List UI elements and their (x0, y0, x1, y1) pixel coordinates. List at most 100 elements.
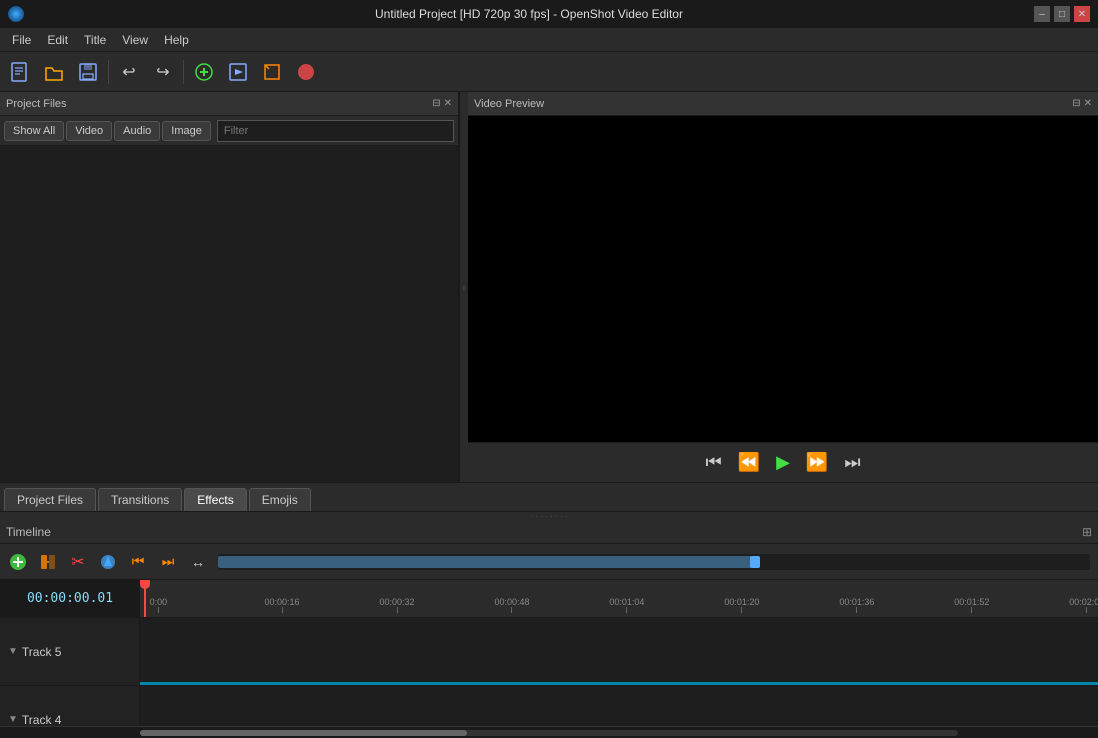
app-icon (8, 6, 24, 22)
ruler-mark-2: 00:00:32 (380, 597, 415, 613)
fullscreen-icon (261, 61, 283, 83)
tab-emojis[interactable]: Emojis (249, 488, 311, 511)
filter-audio[interactable]: Audio (114, 121, 160, 141)
ruler-marks[interactable]: 0:00 00:00:16 00:00:32 00:00:48 (140, 580, 1098, 617)
track4-name: Track 4 (22, 713, 62, 727)
timeline-zoom-bar[interactable] (218, 554, 1090, 570)
import-icon (193, 61, 215, 83)
menu-help[interactable]: Help (156, 31, 197, 49)
video-preview-panel: Video Preview ⊟ ✕ ⏮ ⏪ ▶ ⏩ ⏭ (468, 92, 1098, 482)
timeline-content: 00:00:00.01 0:00 00:00:16 (0, 580, 1098, 738)
timeline-header-right: ⊞ (1082, 525, 1092, 539)
menu-view[interactable]: View (114, 31, 156, 49)
timeline-expand-icon[interactable]: ⊞ (1082, 525, 1092, 539)
ruler-mark-7: 00:01:52 (954, 597, 989, 613)
jump-end-button[interactable]: ⏭ (840, 450, 864, 475)
new-project-icon (9, 61, 31, 83)
add-marker-button[interactable] (94, 548, 122, 576)
undo-icon: ↩ (122, 62, 135, 82)
video-preview-content (468, 116, 1098, 442)
tab-transitions[interactable]: Transitions (98, 488, 182, 511)
video-preview-header-icons: ⊟ ✕ (1072, 98, 1092, 109)
scrollbar-track[interactable] (140, 730, 958, 736)
prev-marker-button[interactable]: ⏮ (124, 548, 152, 576)
timeline-toolbar: ✂ ⏮ ⏭ ↔ (0, 544, 1098, 580)
project-files-panel: Project Files ⊟ ✕ Show All Video Audio I… (0, 92, 460, 482)
bottom-tabs: Project Files Transitions Effects Emojis (0, 482, 1098, 512)
timeline-scrollbar (0, 726, 1098, 738)
import-files-button[interactable] (188, 56, 220, 88)
menu-edit[interactable]: Edit (39, 31, 76, 49)
menubar: File Edit Title View Help (0, 28, 1098, 52)
timeline-section: Timeline ⊞ ✂ (0, 520, 1098, 738)
track4-content[interactable] (140, 686, 1098, 726)
filter-input[interactable] (217, 120, 454, 142)
redo-button[interactable]: ↪ (147, 56, 179, 88)
razor-icon: ✂ (71, 552, 84, 572)
panel-close-icon[interactable]: ✕ (444, 98, 452, 109)
open-project-button[interactable] (38, 56, 70, 88)
close-button[interactable]: ✕ (1074, 6, 1090, 22)
panel-resize-handle[interactable]: · · · · · (460, 92, 468, 482)
project-files-content (0, 146, 458, 482)
filter-video[interactable]: Video (66, 121, 112, 141)
zoom-bar-fill (218, 556, 759, 568)
fullscreen-button[interactable] (256, 56, 288, 88)
export-button[interactable] (222, 56, 254, 88)
filter-show-all[interactable]: Show All (4, 121, 64, 141)
record-button[interactable] (290, 56, 322, 88)
main-area: Project Files ⊟ ✕ Show All Video Audio I… (0, 92, 1098, 738)
menu-file[interactable]: File (4, 31, 39, 49)
fast-forward-button[interactable]: ⏩ (802, 450, 832, 475)
next-marker-button[interactable]: ⏭ (154, 548, 182, 576)
save-icon (77, 61, 99, 83)
undo-button[interactable]: ↩ (113, 56, 145, 88)
track-label-4: ▼ Track 4 (0, 686, 140, 726)
tab-project-files[interactable]: Project Files (4, 488, 96, 511)
rewind-button[interactable]: ⏪ (734, 450, 764, 475)
track4-arrow[interactable]: ▼ (8, 714, 18, 725)
track5-arrow[interactable]: ▼ (8, 646, 18, 657)
jump-start-button[interactable]: ⏮ (701, 450, 725, 475)
redo-icon: ↪ (156, 62, 169, 82)
export-icon (227, 61, 249, 83)
snap-button[interactable] (34, 548, 62, 576)
track5-bottom-bar (140, 682, 1098, 685)
project-files-header-icons: ⊟ ✕ (432, 98, 452, 109)
save-project-button[interactable] (72, 56, 104, 88)
video-preview-header: Video Preview ⊟ ✕ (468, 92, 1098, 116)
play-button[interactable]: ▶ (772, 450, 794, 475)
zoom-bar-handle[interactable] (750, 556, 760, 568)
panel-minimize-icon[interactable]: ⊟ (432, 98, 440, 109)
video-panel-minimize-icon[interactable]: ⊟ (1072, 98, 1080, 109)
title-text: Untitled Project [HD 720p 30 fps] - Open… (32, 7, 1026, 21)
tab-effects[interactable]: Effects (184, 488, 246, 511)
razor-button[interactable]: ✂ (64, 548, 92, 576)
playhead-top (140, 580, 150, 589)
window-controls: – □ ✕ (1034, 6, 1090, 22)
ruler-mark-4: 00:01:04 (609, 597, 644, 613)
minimize-button[interactable]: – (1034, 6, 1050, 22)
restore-button[interactable]: □ (1054, 6, 1070, 22)
filter-image[interactable]: Image (162, 121, 211, 141)
timeline-resize-handle[interactable]: · · · · · · · · (0, 512, 1098, 520)
video-panel-close-icon[interactable]: ✕ (1084, 98, 1092, 109)
track-row-4: ▼ Track 4 (0, 686, 1098, 726)
scrollbar-thumb[interactable] (140, 730, 467, 736)
time-display: 00:00:00.01 (0, 580, 140, 617)
timeline-tracks: ▼ Track 5 ▼ Track 4 (0, 618, 1098, 726)
next-marker-icon: ⏭ (162, 553, 175, 570)
center-playhead-button[interactable]: ↔ (184, 548, 212, 576)
video-preview-title: Video Preview (474, 98, 544, 110)
toolbar-sep-2 (183, 60, 184, 84)
menu-title[interactable]: Title (76, 31, 114, 49)
add-track-button[interactable] (4, 548, 32, 576)
add-track-icon (8, 552, 28, 572)
track5-content[interactable] (140, 618, 1098, 685)
ruler-mark-5: 00:01:20 (724, 597, 759, 613)
track5-name: Track 5 (22, 645, 62, 659)
snap-icon (38, 552, 58, 572)
add-marker-icon (98, 552, 118, 572)
new-project-button[interactable] (4, 56, 36, 88)
ruler-mark-0: 0:00 (150, 597, 168, 613)
